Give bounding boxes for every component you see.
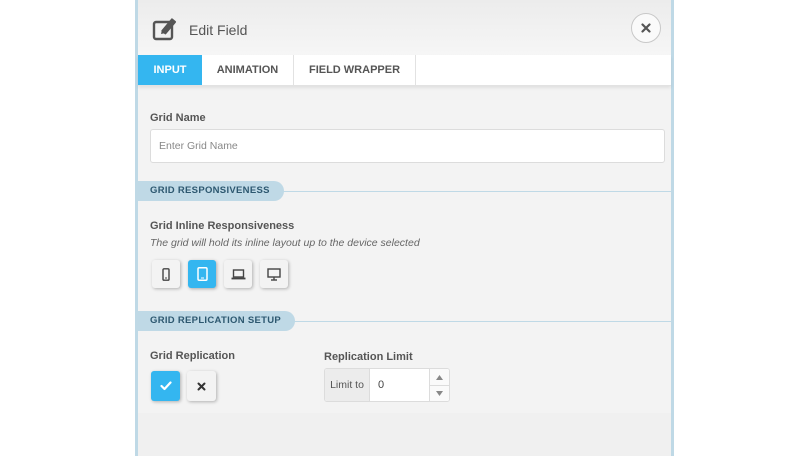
responsiveness-help-text: The grid will hold its inline layout up …: [150, 237, 420, 249]
close-icon: [197, 382, 206, 390]
desktop-icon: [267, 267, 281, 281]
caret-up-icon: [436, 374, 443, 380]
close-button[interactable]: [631, 13, 661, 43]
tab-input[interactable]: INPUT: [138, 55, 202, 85]
device-button-desktop[interactable]: [260, 260, 288, 288]
edit-icon: [152, 18, 177, 41]
section-heading-responsiveness: GRID RESPONSIVENESS: [138, 181, 284, 201]
stepper-arrows: [429, 369, 449, 401]
grid-name-input[interactable]: [150, 129, 665, 163]
section-heading-replication: GRID REPLICATION SETUP: [138, 311, 295, 331]
stepper-increment-button[interactable]: [430, 369, 449, 386]
edit-field-panel: Edit Field INPUT ANIMATION FIELD WRAPPER…: [135, 0, 674, 456]
dialog-title: Edit Field: [189, 22, 248, 38]
close-icon: [641, 23, 651, 33]
mobile-icon: [162, 267, 170, 281]
replication-limit-input[interactable]: [370, 369, 430, 401]
tab-field-wrapper[interactable]: FIELD WRAPPER: [294, 55, 416, 85]
panel-footer-area: [138, 413, 671, 456]
limit-prefix: Limit to: [325, 369, 370, 401]
device-button-laptop[interactable]: [224, 260, 252, 288]
tablet-icon: [196, 267, 208, 281]
check-icon: [159, 381, 172, 391]
dialog-header: Edit Field: [138, 0, 671, 55]
replication-limit-label: Replication Limit: [324, 351, 413, 363]
replication-enable-button[interactable]: [151, 371, 180, 401]
replication-disable-button[interactable]: [187, 371, 216, 401]
tab-bar: INPUT ANIMATION FIELD WRAPPER: [138, 55, 671, 86]
grid-replication-label: Grid Replication: [150, 350, 235, 362]
grid-name-label: Grid Name: [150, 112, 206, 124]
responsiveness-label: Grid Inline Responsiveness: [150, 220, 295, 232]
device-button-tablet[interactable]: [188, 260, 216, 288]
laptop-icon: [231, 268, 245, 279]
stepper-decrement-button[interactable]: [430, 385, 449, 401]
device-button-mobile[interactable]: [152, 260, 180, 288]
caret-down-icon: [436, 390, 443, 396]
tab-animation[interactable]: ANIMATION: [202, 55, 294, 85]
replication-limit-stepper: Limit to: [324, 368, 450, 402]
